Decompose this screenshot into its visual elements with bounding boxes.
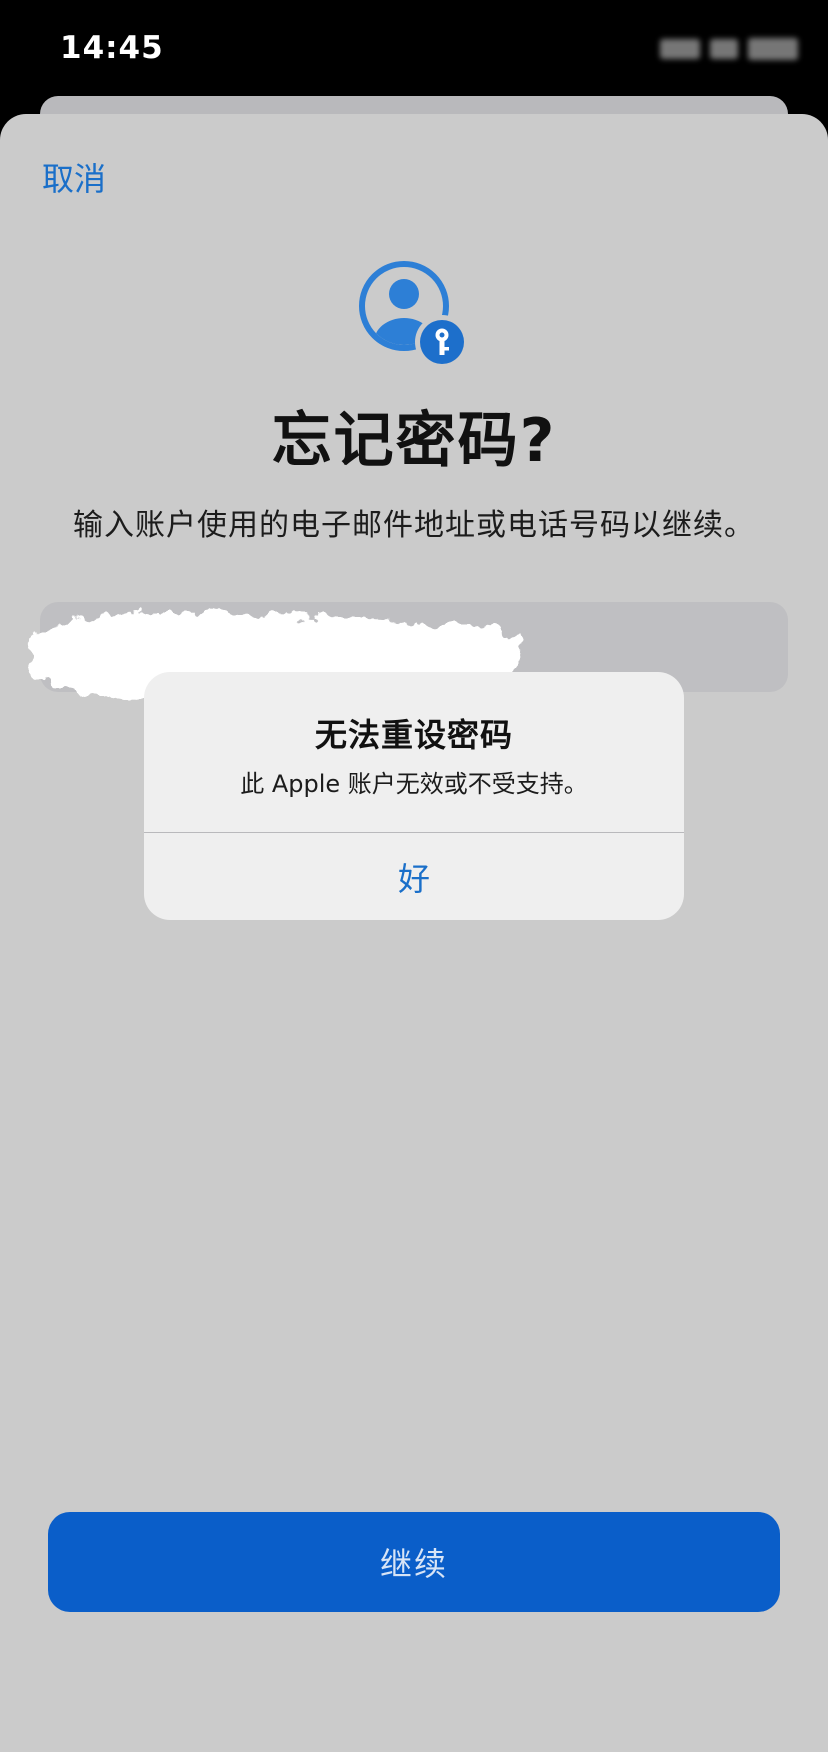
alert-dialog: 无法重设密码 此 Apple 账户无效或不受支持。 好: [144, 672, 684, 920]
person-key-icon: [356, 258, 472, 374]
status-icons: [648, 36, 798, 62]
status-bar: 14:45: [0, 0, 828, 100]
alert-message: 此 Apple 账户无效或不受支持。: [240, 770, 588, 798]
status-time: 14:45: [60, 30, 164, 66]
cancel-button[interactable]: 取消: [42, 154, 106, 200]
page-title: 忘记密码?: [271, 406, 557, 476]
signal-icon: [660, 39, 700, 59]
wifi-icon: [710, 39, 738, 59]
alert-title: 无法重设密码: [314, 716, 513, 754]
alert-ok-button[interactable]: 好: [144, 833, 684, 920]
page-subtitle: 输入账户使用的电子邮件地址或电话号码以继续。: [73, 508, 755, 543]
continue-button[interactable]: 继续: [48, 1512, 780, 1612]
battery-icon: [748, 38, 798, 60]
forgot-password-sheet: 取消 忘记密码? 输入账户使用的电子邮件地址或电话号码以继续。 继续: [0, 114, 828, 1752]
